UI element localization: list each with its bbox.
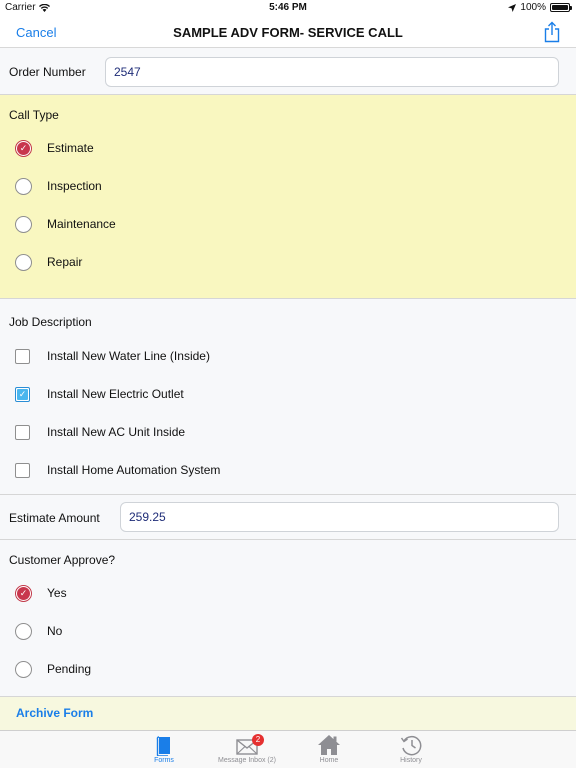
tab-home[interactable]: Home: [289, 731, 369, 768]
job-description-option[interactable]: Install New Water Line (Inside): [0, 337, 576, 375]
radio-button[interactable]: [15, 253, 32, 271]
tab-bar: Forms 2 Message Inbox (2) Home History: [0, 730, 576, 768]
estimate-amount-label: Estimate Amount: [9, 511, 100, 525]
archive-section: Archive Form: [0, 697, 576, 730]
checkbox[interactable]: [15, 424, 30, 440]
status-bar: Carrier 5:46 PM 100%: [0, 0, 576, 16]
checkbox[interactable]: [15, 462, 30, 478]
call-type-section: Call Type ✓ Estimate Inspection Maintenance…: [0, 95, 576, 299]
radio-button[interactable]: [15, 177, 32, 195]
customer-approve-option[interactable]: Pending: [0, 650, 576, 688]
job-description-section: Job Description Install New Water Line (…: [0, 299, 576, 495]
share-icon: [544, 21, 560, 43]
estimate-amount-field[interactable]: 259.25: [120, 502, 559, 532]
radio-button[interactable]: [15, 622, 32, 640]
radio-button[interactable]: ✓: [15, 584, 32, 602]
share-button[interactable]: [542, 21, 562, 43]
customer-approve-option[interactable]: ✓ Yes: [0, 574, 576, 612]
estimate-amount-section: Estimate Amount 259.25: [0, 495, 576, 540]
radio-button[interactable]: [15, 660, 32, 678]
checkmark-icon: ✓: [17, 388, 28, 400]
customer-approve-option[interactable]: No: [0, 612, 576, 650]
page-title: SAMPLE ADV FORM- SERVICE CALL: [173, 25, 403, 40]
radio-button[interactable]: [15, 215, 32, 233]
battery-percent: 100%: [520, 2, 546, 13]
customer-approve-option-label: Yes: [47, 586, 67, 600]
radio-button[interactable]: ✓: [15, 139, 32, 157]
call-type-option-label: Repair: [47, 255, 83, 269]
order-number-field[interactable]: 2547: [105, 57, 559, 87]
customer-approve-option-label: No: [47, 624, 63, 638]
customer-approve-option-label: Pending: [47, 662, 92, 676]
checkbox[interactable]: [15, 348, 30, 364]
call-type-option-label: Maintenance: [47, 217, 116, 231]
call-type-option[interactable]: Inspection: [0, 167, 576, 205]
tab-forms[interactable]: Forms: [124, 731, 204, 768]
tab-message-inbox[interactable]: 2 Message Inbox (2): [207, 731, 287, 768]
job-description-option[interactable]: Install New AC Unit Inside: [0, 413, 576, 451]
call-type-option-label: Inspection: [47, 179, 102, 193]
archive-form-button[interactable]: Archive Form: [16, 706, 93, 720]
job-description-label: Job Description: [9, 315, 92, 329]
checkmark-icon: ✓: [17, 141, 30, 155]
battery-fill: [552, 5, 568, 10]
customer-approve-section: Customer Approve? ✓ Yes No Pending: [0, 540, 576, 697]
history-icon: [400, 735, 422, 756]
call-type-option-label: Estimate: [47, 141, 94, 155]
status-right: 100%: [508, 2, 572, 13]
tab-label-history: History: [400, 757, 422, 764]
order-number-section: Order Number 2547: [0, 48, 576, 95]
job-description-option-label: Install New AC Unit Inside: [47, 425, 186, 439]
call-type-option[interactable]: Repair: [0, 243, 576, 281]
customer-approve-label: Customer Approve?: [9, 553, 116, 567]
call-type-option[interactable]: ✓ Estimate: [0, 129, 576, 167]
unread-badge: 2: [252, 734, 264, 746]
order-number-label: Order Number: [9, 65, 86, 79]
tab-history[interactable]: History: [371, 731, 451, 768]
location-arrow-icon: [508, 3, 517, 12]
job-description-option[interactable]: ✓ Install New Electric Outlet: [0, 375, 576, 413]
call-type-label: Call Type: [9, 108, 59, 122]
nav-bar: Cancel SAMPLE ADV FORM- SERVICE CALL: [0, 16, 576, 48]
status-time: 5:46 PM: [269, 2, 307, 13]
form-content: Order Number 2547 Call Type ✓ Estimate Ins…: [0, 48, 576, 730]
job-description-option-label: Install New Water Line (Inside): [47, 349, 210, 363]
job-description-option-label: Install New Electric Outlet: [47, 387, 184, 401]
job-description-option-label: Install Home Automation System: [47, 463, 221, 477]
forms-icon: [156, 736, 170, 756]
checkmark-icon: ✓: [17, 586, 30, 600]
battery-icon: [550, 3, 572, 12]
checkbox[interactable]: ✓: [15, 386, 30, 402]
call-type-option[interactable]: Maintenance: [0, 205, 576, 243]
job-description-option[interactable]: Install Home Automation System: [0, 451, 576, 489]
home-icon: [318, 735, 340, 755]
